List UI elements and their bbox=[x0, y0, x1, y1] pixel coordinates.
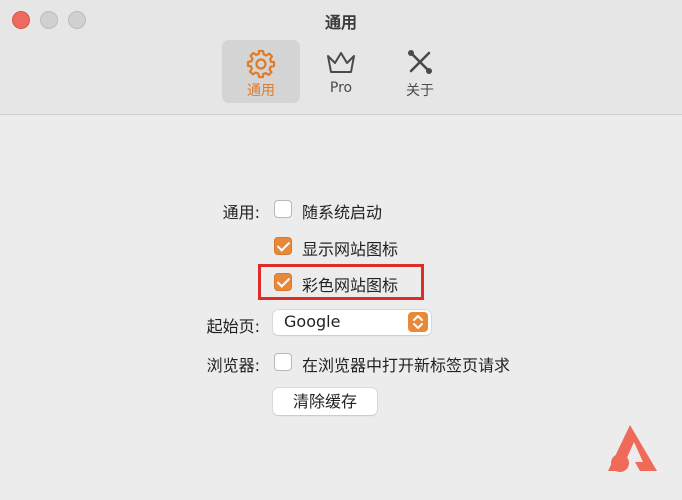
tab-pro-label: Pro bbox=[329, 80, 353, 96]
tab-about-label: 关于 bbox=[406, 83, 434, 99]
browser-label: 浏览器: bbox=[206, 356, 260, 375]
launch-at-login-label: 随系统启动 bbox=[302, 203, 383, 222]
show-site-icons-checkbox[interactable] bbox=[274, 237, 292, 255]
open-new-tab-checkbox[interactable] bbox=[274, 353, 292, 371]
crown-icon bbox=[327, 52, 355, 73]
homepage-label: 起始页: bbox=[206, 317, 260, 336]
general-label: 通用: bbox=[222, 203, 260, 222]
tab-general[interactable]: 通用 bbox=[222, 40, 300, 103]
homepage-select-value: Google bbox=[284, 312, 341, 331]
clear-cache-button[interactable]: 清除缓存 bbox=[273, 388, 377, 415]
x-tools-icon bbox=[408, 50, 432, 74]
homepage-select[interactable]: Google bbox=[273, 310, 431, 335]
preferences-window: 通用 通用 Pro 关于 通用: 随系统启动 显示网站图标 彩色网站图标 起始页… bbox=[0, 0, 682, 500]
highlight-box bbox=[258, 264, 424, 300]
gear-icon bbox=[246, 49, 276, 79]
updown-arrows-icon bbox=[408, 312, 428, 332]
open-new-tab-label: 在浏览器中打开新标签页请求 bbox=[302, 356, 511, 375]
toolbar: 通用 通用 Pro 关于 bbox=[0, 0, 682, 115]
tab-pro[interactable]: Pro bbox=[302, 40, 380, 103]
show-site-icons-label: 显示网站图标 bbox=[302, 240, 399, 259]
tab-about[interactable]: 关于 bbox=[381, 40, 459, 103]
tab-general-label: 通用 bbox=[247, 83, 275, 99]
launch-at-login-checkbox[interactable] bbox=[274, 200, 292, 218]
window-title: 通用 bbox=[324, 13, 357, 32]
app-logo-icon bbox=[608, 425, 657, 472]
